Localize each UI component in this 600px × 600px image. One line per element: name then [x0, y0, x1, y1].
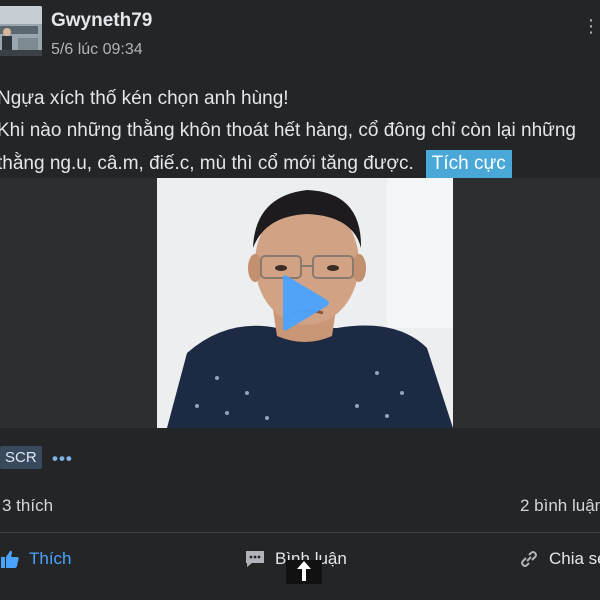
post-text-line-content: thằng ng.u, câ.m, điế.c, mù thì cổ mới t… [0, 153, 414, 174]
author-name[interactable]: Gwyneth79 [51, 10, 152, 32]
more-horizontal-icon[interactable]: ⋮ [582, 16, 600, 37]
thumbs-up-icon [1, 550, 19, 568]
ticker-tag[interactable]: SCR [0, 446, 42, 469]
like-label: Thích [29, 549, 72, 568]
like-count[interactable]: 3 thích [2, 496, 53, 516]
post-text-line: Ngựa xích thố kén chọn anh hùng! [0, 88, 289, 109]
play-icon[interactable] [279, 274, 331, 332]
like-button[interactable]: Thích [0, 545, 72, 573]
arrow-up-icon [297, 561, 311, 581]
post-text-line: Khi nào những thằng khôn thoát hết hàng,… [0, 120, 576, 141]
divider [0, 532, 600, 533]
sentiment-tag[interactable]: Tích cực [425, 150, 512, 178]
post-text-line: thằng ng.u, câ.m, điế.c, mù thì cổ mới t… [0, 150, 512, 178]
comment-count[interactable]: 2 bình luận [520, 496, 600, 516]
comment-icon [246, 551, 264, 567]
more-dots-icon[interactable]: ••• [52, 449, 73, 469]
post-timestamp[interactable]: 5/6 lúc 09:34 [51, 41, 143, 59]
share-label: Chia sẻ [549, 549, 600, 568]
share-button[interactable]: Chia sẻ [518, 545, 600, 573]
link-icon [521, 551, 537, 567]
avatar[interactable] [0, 6, 42, 56]
cursor-overlay [286, 560, 322, 584]
